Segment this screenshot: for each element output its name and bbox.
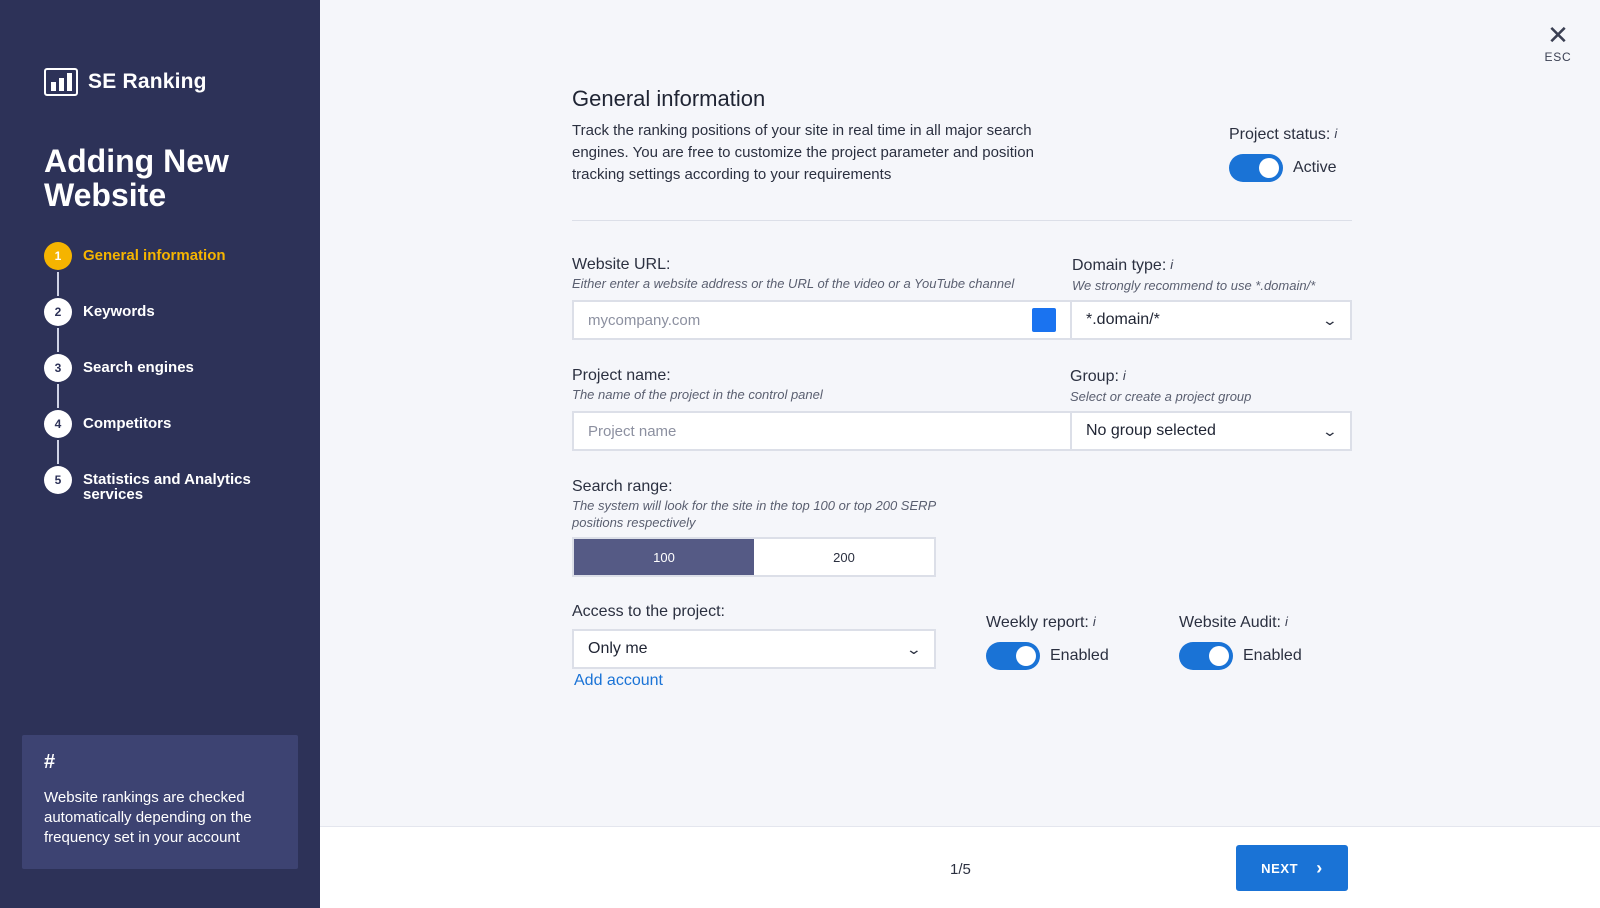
step-connector: [57, 328, 59, 352]
brand[interactable]: SE Ranking: [44, 68, 207, 96]
info-icon[interactable]: i: [1334, 126, 1337, 141]
group-select[interactable]: No group selected ⌄: [1070, 411, 1352, 451]
website-audit-toggle[interactable]: [1179, 642, 1233, 670]
domain-type-select[interactable]: *.domain/* ⌄: [1070, 300, 1352, 340]
step-competitors[interactable]: 4 Competitors: [44, 410, 253, 466]
weekly-report-value: Enabled: [1050, 647, 1109, 664]
step-number: 5: [44, 466, 72, 494]
chevron-down-icon: ⌄: [1321, 311, 1339, 328]
project-status-value: Active: [1293, 159, 1337, 176]
close-icon: ✕: [1547, 20, 1569, 50]
domain-type-hint: We strongly recommend to use *.domain/*: [1072, 278, 1316, 293]
domain-type-label: Domain type: i: [1072, 257, 1173, 275]
domain-type-value: *.domain/*: [1086, 311, 1160, 328]
next-button[interactable]: NEXT ›: [1236, 845, 1348, 891]
project-status-label: Project status:: [1229, 126, 1331, 143]
access-select[interactable]: Only me ⌄: [572, 629, 936, 669]
next-label: NEXT: [1261, 860, 1299, 876]
search-range-toggle: 100 200: [572, 537, 936, 577]
divider: [572, 220, 1352, 221]
project-name-label: Project name:: [572, 367, 671, 384]
range-200-button[interactable]: 200: [754, 539, 934, 575]
close-label: ESC: [1544, 50, 1572, 64]
step-general-information[interactable]: 1 General information: [44, 242, 253, 298]
domain-type-label-text: Domain type:: [1072, 257, 1167, 274]
info-icon[interactable]: i: [1093, 614, 1096, 629]
tip-box: # Website rankings are checked automatic…: [22, 735, 298, 869]
step-label: Keywords: [83, 303, 155, 320]
project-name-field[interactable]: [572, 411, 1072, 451]
step-statistics-analytics[interactable]: 5 Statistics and Analytics services: [44, 466, 253, 522]
close-button[interactable]: ✕ ESC: [1530, 22, 1586, 64]
project-status: Project status: i Active: [1229, 126, 1337, 182]
step-label: General information: [83, 247, 226, 264]
step-label: Competitors: [83, 415, 172, 432]
chevron-down-icon: ⌄: [905, 640, 923, 657]
weekly-report-toggle[interactable]: [986, 642, 1040, 670]
sidebar: SE Ranking Adding New Website 1 General …: [0, 0, 320, 908]
general-info-section: General information Track the ranking po…: [572, 86, 1352, 186]
access-value: Only me: [588, 640, 648, 657]
search-range-label: Search range:: [572, 478, 673, 495]
sidebar-title: Adding New Website: [44, 143, 229, 213]
project-name-hint: The name of the project in the control p…: [572, 387, 823, 402]
weekly-report: Weekly report: i Enabled: [986, 614, 1109, 670]
project-name-input[interactable]: [588, 422, 1056, 440]
website-url-hint: Either enter a website address or the UR…: [572, 276, 1015, 291]
chevron-down-icon: ⌄: [1321, 422, 1339, 439]
weekly-report-label: Weekly report:: [986, 614, 1089, 631]
step-connector: [57, 272, 59, 296]
website-audit-label: Website Audit:: [1179, 614, 1281, 631]
page-indicator: 1/5: [950, 861, 971, 878]
step-search-engines[interactable]: 3 Search engines: [44, 354, 253, 410]
favicon-square-icon: [1032, 308, 1056, 332]
step-label: Search engines: [83, 359, 194, 376]
step-connector: [57, 440, 59, 464]
group-value: No group selected: [1086, 422, 1216, 439]
group-label: Group: i: [1070, 368, 1126, 386]
add-account-link[interactable]: Add account: [574, 672, 663, 690]
search-range-hint: The system will look for the site in the…: [572, 498, 936, 530]
website-url-label: Website URL:: [572, 256, 671, 273]
brand-name: SE Ranking: [88, 70, 207, 93]
access-label: Access to the project:: [572, 603, 725, 620]
website-url-input[interactable]: [588, 311, 1032, 329]
website-url-field[interactable]: [572, 300, 1072, 340]
step-connector: [57, 384, 59, 408]
chart-logo-icon: [44, 68, 78, 96]
website-audit: Website Audit: i Enabled: [1179, 614, 1302, 670]
info-icon[interactable]: i: [1123, 368, 1126, 383]
step-keywords[interactable]: 2 Keywords: [44, 298, 253, 354]
page-description: Track the ranking positions of your site…: [572, 122, 1034, 183]
steps-list: 1 General information 2 Keywords 3 Searc…: [44, 242, 253, 522]
group-hint: Select or create a project group: [1070, 389, 1252, 404]
website-audit-value: Enabled: [1243, 647, 1302, 664]
footer: 1/5 NEXT ›: [320, 826, 1600, 908]
hash-icon: #: [44, 751, 56, 773]
step-number: 3: [44, 354, 72, 382]
project-status-toggle[interactable]: [1229, 154, 1283, 182]
info-icon[interactable]: i: [1285, 614, 1288, 629]
step-number: 2: [44, 298, 72, 326]
step-number: 4: [44, 410, 72, 438]
chevron-right-icon: ›: [1316, 857, 1323, 878]
info-icon[interactable]: i: [1170, 257, 1173, 272]
tip-text: Website rankings are checked automatical…: [44, 789, 252, 846]
group-label-text: Group:: [1070, 368, 1119, 385]
step-label: Statistics and Analytics services: [83, 471, 251, 503]
range-100-button[interactable]: 100: [574, 539, 754, 575]
page-title: General information: [572, 86, 766, 111]
step-number: 1: [44, 242, 72, 270]
